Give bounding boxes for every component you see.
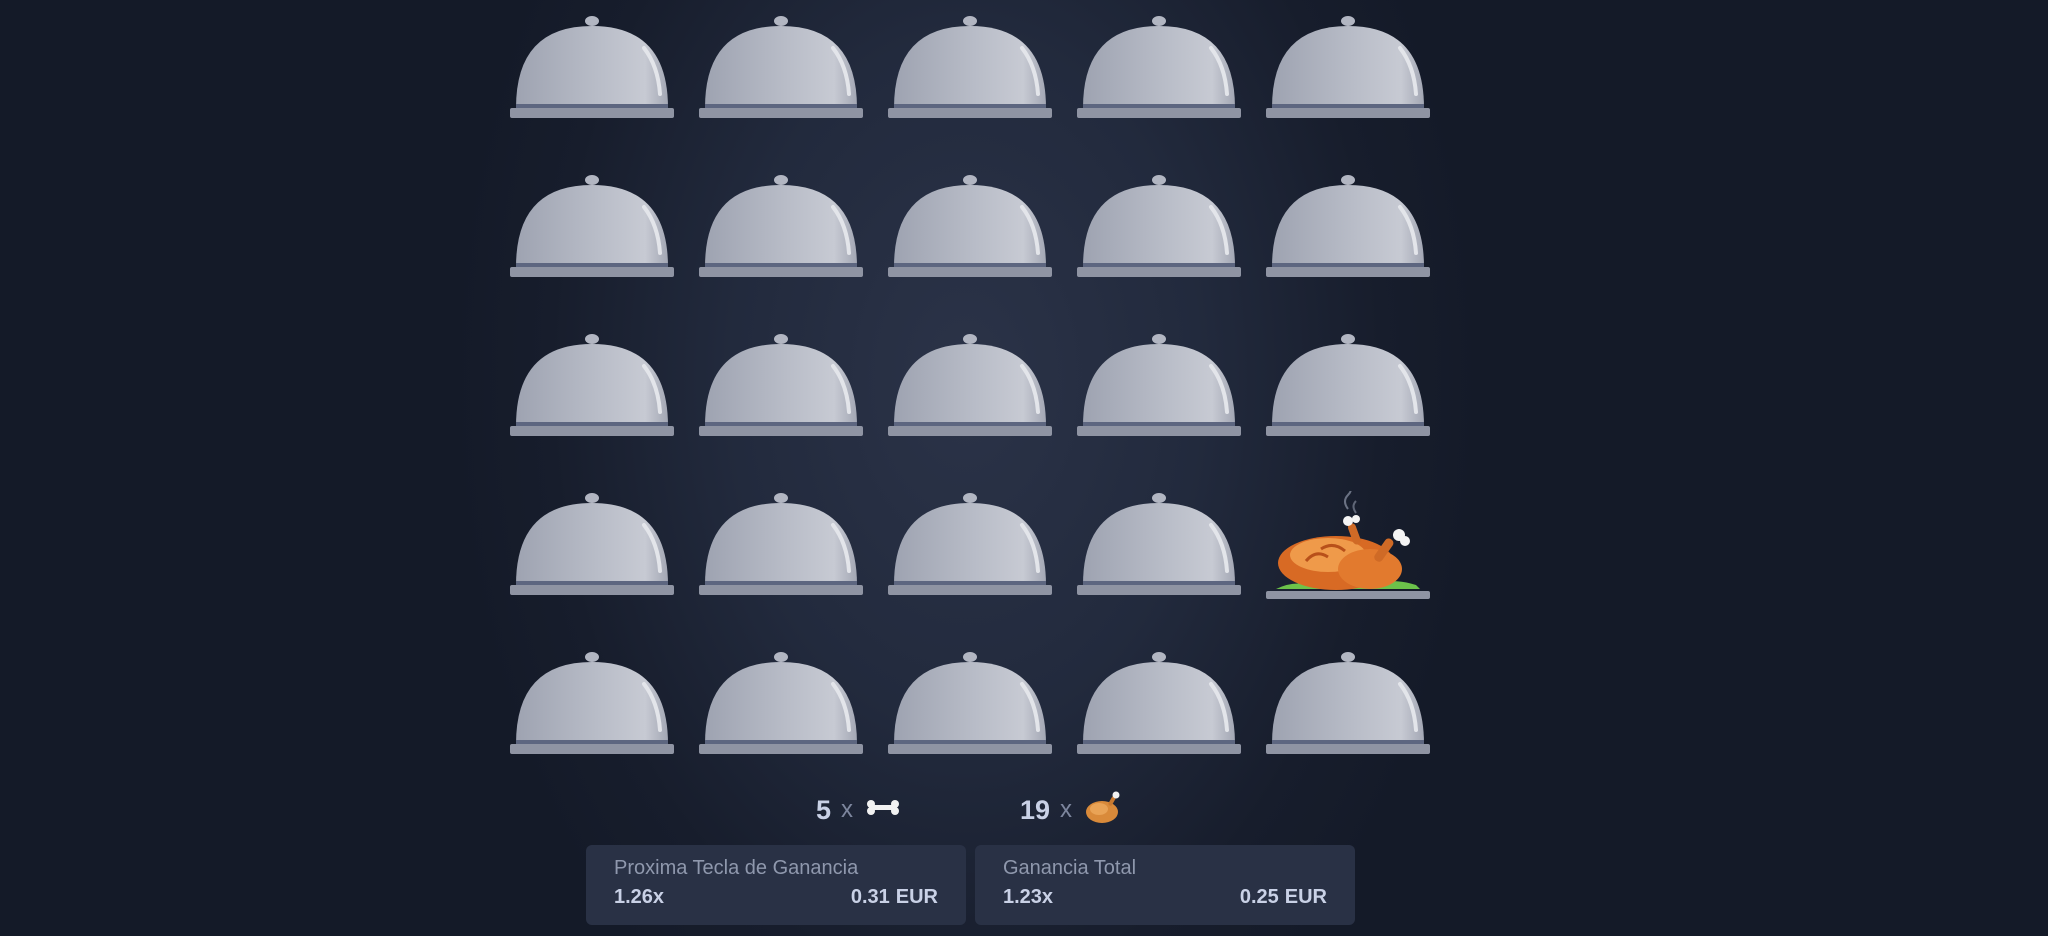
cloche-tile[interactable]	[888, 14, 1052, 124]
cloche-icon	[510, 16, 674, 118]
cloche-tile[interactable]	[1077, 173, 1241, 283]
cloche-icon	[1266, 175, 1430, 277]
next-win-panel: Proxima Tecla de Ganancia 1.26x 0.31 EUR	[586, 845, 966, 925]
cloche-tile[interactable]	[699, 491, 863, 601]
chicken-icon	[1082, 788, 1124, 833]
game-stage: 5 x 19 x Proxima Tecla de Ganancia 1.26x…	[0, 0, 2048, 936]
cloche-icon	[1077, 16, 1241, 118]
cloche-tile[interactable]	[510, 650, 674, 760]
cloche-icon	[510, 493, 674, 595]
cloche-icon	[699, 16, 863, 118]
cloche-tile[interactable]	[888, 650, 1052, 760]
total-win-amount-group: 0.25 EUR	[1240, 886, 1327, 909]
total-win-title: Ganancia Total	[1003, 857, 1137, 879]
cloche-icon	[510, 652, 674, 754]
cloche-icon	[888, 652, 1052, 754]
chickens-times-sign: x	[1060, 796, 1073, 823]
cloche-icon	[510, 334, 674, 436]
bones-counter: 5 x	[816, 790, 903, 830]
cloche-icon	[510, 175, 674, 277]
next-win-title: Proxima Tecla de Ganancia	[614, 857, 859, 879]
roast-chicken-icon	[1266, 491, 1430, 599]
cloche-icon	[1077, 652, 1241, 754]
cloche-tile[interactable]	[1077, 14, 1241, 124]
cloche-icon	[1077, 175, 1241, 277]
cloche-tile[interactable]	[699, 173, 863, 283]
cloche-tile[interactable]	[888, 332, 1052, 442]
cloche-tile[interactable]	[699, 332, 863, 442]
cloche-icon	[699, 652, 863, 754]
cloche-tile[interactable]	[510, 491, 674, 601]
cloche-icon	[888, 493, 1052, 595]
next-win-multiplier: 1.26x	[614, 886, 665, 908]
bone-icon	[863, 795, 903, 826]
total-win-multiplier: 1.23x	[1003, 886, 1054, 908]
cloche-tile[interactable]	[1266, 650, 1430, 760]
cloche-tile[interactable]	[699, 650, 863, 760]
cloche-icon	[699, 175, 863, 277]
cloche-tile[interactable]	[510, 332, 674, 442]
bones-times-sign: x	[841, 796, 854, 823]
next-win-currency: EUR	[895, 886, 938, 908]
cloche-tile[interactable]	[1266, 332, 1430, 442]
cloche-tile[interactable]	[888, 491, 1052, 601]
next-win-amount-group: 0.31 EUR	[851, 886, 938, 909]
cloche-icon	[1077, 334, 1241, 436]
cloche-icon	[699, 334, 863, 436]
total-win-amount: 0.25	[1239, 886, 1279, 908]
chickens-count: 19	[1020, 794, 1051, 825]
cloche-icon	[1077, 493, 1241, 595]
cloche-tile[interactable]	[888, 173, 1052, 283]
next-win-amount: 0.31	[850, 886, 890, 908]
chickens-counter: 19 x	[1020, 790, 1124, 830]
cloche-tile[interactable]	[1077, 491, 1241, 601]
cloche-icon	[1266, 16, 1430, 118]
bones-count: 5	[816, 794, 832, 825]
revealed-chicken-tile[interactable]	[1266, 491, 1430, 601]
cloche-tile[interactable]	[1077, 332, 1241, 442]
cloche-tile[interactable]	[699, 14, 863, 124]
cloche-tile[interactable]	[1077, 650, 1241, 760]
game-board	[510, 14, 1430, 764]
cloche-tile[interactable]	[1266, 14, 1430, 124]
cloche-icon	[1266, 652, 1430, 754]
total-win-currency: EUR	[1284, 886, 1327, 908]
cloche-tile[interactable]	[510, 14, 674, 124]
cloche-icon	[888, 334, 1052, 436]
cloche-tile[interactable]	[510, 173, 674, 283]
cloche-icon	[888, 16, 1052, 118]
cloche-icon	[1266, 334, 1430, 436]
cloche-tile[interactable]	[1266, 173, 1430, 283]
total-win-panel: Ganancia Total 1.23x 0.25 EUR	[975, 845, 1355, 925]
cloche-icon	[888, 175, 1052, 277]
cloche-icon	[699, 493, 863, 595]
counters-bar: 5 x 19 x	[0, 790, 2048, 830]
